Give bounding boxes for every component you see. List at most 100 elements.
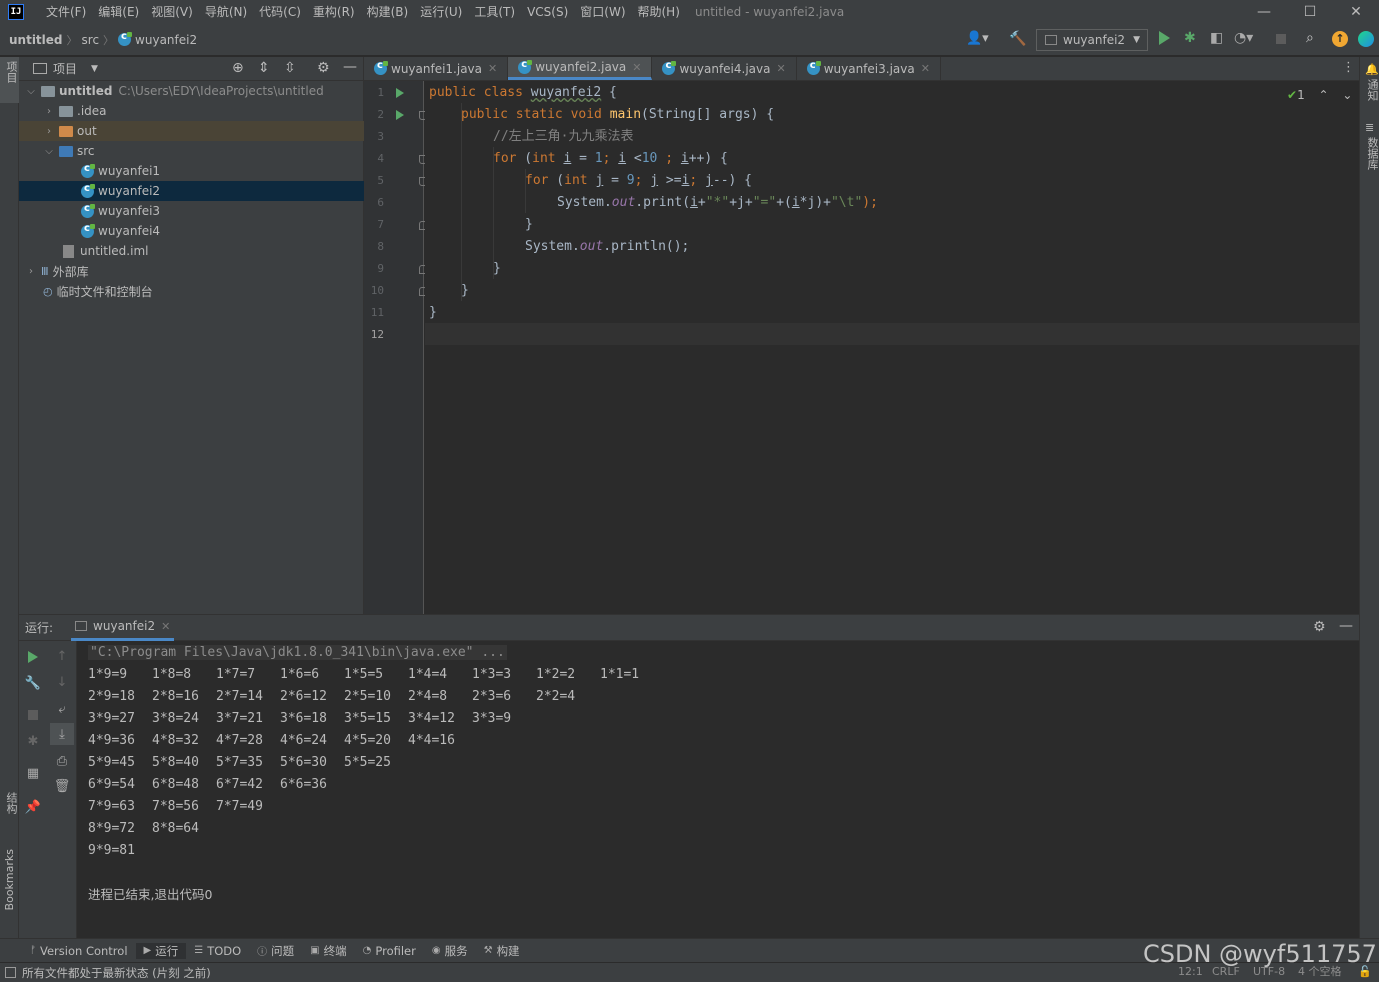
project-tool-button[interactable]: 项目 [0,57,19,103]
locate-file-icon[interactable]: ⊕ [232,60,244,76]
stop-icon[interactable] [28,710,38,720]
intellij-logo-icon[interactable]: IJ [8,4,24,20]
chevron-down-icon[interactable]: ⌄ [1342,88,1352,102]
profiler-icon[interactable]: ◔▾ [1234,30,1253,46]
project-panel-title[interactable]: 项目 [53,60,77,77]
breadcrumb-file[interactable]: wuyanfei2 [114,31,201,47]
tool-profiler[interactable]: ◔ Profiler [355,944,424,958]
soft-wrap-icon[interactable]: ⤶ [54,701,70,717]
menu-refactor[interactable]: 重构(R) [307,0,361,24]
tree-item-project-root[interactable]: ⌵ untitled C:\Users\EDY\IdeaProjects\unt… [19,81,364,101]
tab-wuyanfei4[interactable]: wuyanfei4.java ✕ [652,57,797,80]
console-output[interactable]: "C:\Program Files\Java\jdk1.8.0_341\bin\… [78,641,1359,938]
hide-panel-icon[interactable]: — [1339,618,1353,634]
collapse-all-icon[interactable]: ⇳ [284,60,296,76]
tool-terminal[interactable]: ▣ 终端 [302,943,354,959]
chevron-right-icon[interactable]: › [43,126,55,137]
minimize-icon[interactable]: — [1241,0,1287,24]
tree-item-idea[interactable]: › .idea [19,101,364,121]
close-window-icon[interactable]: ✕ [1333,0,1379,24]
tool-version-control[interactable]: ᚠ Version Control [22,944,136,958]
menu-build[interactable]: 构建(B) [361,0,415,24]
menu-edit[interactable]: 编辑(E) [92,0,145,24]
jetbrains-toolbox-icon[interactable] [1358,31,1374,47]
chevron-up-icon[interactable]: ⌃ [1319,88,1329,102]
chevron-down-icon[interactable]: ⌵ [43,146,55,157]
trash-icon[interactable]: 🗑 [54,778,71,794]
hide-panel-icon[interactable]: — [343,59,357,75]
expand-all-icon[interactable]: ⇕ [258,60,270,76]
tab-wuyanfei3[interactable]: wuyanfei3.java ✕ [797,57,941,80]
chevron-down-icon[interactable]: ▼ [91,64,98,74]
bookmarks-tool-button[interactable]: Bookmarks [3,849,16,910]
chevron-right-icon[interactable]: › [25,266,37,277]
tree-item-out[interactable]: › out [19,121,364,141]
tab-wuyanfei1[interactable]: wuyanfei1.java ✕ [364,57,509,80]
chevron-down-icon[interactable]: ⌵ [25,86,37,97]
menu-run[interactable]: 运行(U) [414,0,468,24]
code-editor[interactable]: public class wuyanfei2 { public static v… [425,81,1359,614]
tree-item-wuyanfei3[interactable]: wuyanfei3 [19,201,364,221]
breadcrumb-project[interactable]: untitled [0,33,67,47]
coverage-icon[interactable]: ◧ [1210,30,1223,46]
close-icon[interactable]: ✕ [161,620,170,633]
database-tool-button[interactable]: 数据库 [1364,137,1379,170]
menu-code[interactable]: 代码(C) [253,0,307,24]
menu-help[interactable]: 帮助(H) [632,0,686,24]
search-icon[interactable]: ⌕ [1306,30,1314,46]
tool-build[interactable]: ⚒ 构建 [476,943,528,959]
arrow-up-icon[interactable]: ↑ [54,648,70,664]
tree-item-wuyanfei2[interactable]: wuyanfei2 [19,181,364,201]
close-icon[interactable]: ✕ [632,61,641,74]
more-tabs-icon[interactable]: ⋮ [1342,60,1355,75]
run-tab[interactable]: wuyanfei2 ✕ [71,615,175,641]
tool-run[interactable]: ▶ 运行 [135,942,187,959]
layout-icon[interactable]: ▦ [25,765,41,781]
tool-todo[interactable]: ☰ TODO [186,944,249,958]
notifications-tool-button[interactable]: 通知 [1364,79,1379,101]
run-gutter-icon[interactable] [396,110,404,120]
tab-wuyanfei2[interactable]: wuyanfei2.java ✕ [508,57,653,80]
user-account-icon[interactable]: 👤▾ [966,31,989,46]
stop-icon[interactable] [1276,34,1286,44]
close-icon[interactable]: ✕ [776,62,785,75]
settings-gear-icon[interactable]: ⚙ [317,60,330,76]
tree-item-external-libraries[interactable]: › Ⅲ 外部库 [19,261,364,281]
wrench-icon[interactable]: 🔧 [25,675,41,691]
tool-problems[interactable]: ⓘ 问题 [249,943,302,959]
close-icon[interactable]: ✕ [921,62,930,75]
debug-bug-icon[interactable]: ✱ [1184,30,1196,46]
tree-item-wuyanfei1[interactable]: wuyanfei1 [19,161,364,181]
run-icon[interactable] [1159,31,1170,45]
tree-item-iml[interactable]: untitled.iml [19,241,364,261]
rerun-icon[interactable] [28,651,38,663]
update-icon[interactable]: ↑ [1332,31,1348,47]
tree-item-scratches[interactable]: ◴ 临时文件和控制台 [19,281,364,301]
status-window-icon[interactable] [5,967,16,978]
run-gutter-icon[interactable] [396,88,404,98]
tree-item-label: wuyanfei1 [98,164,161,178]
chevron-right-icon[interactable]: › [43,106,55,117]
tool-services[interactable]: ◉ 服务 [424,943,476,959]
tree-item-src[interactable]: ⌵ src [19,141,364,161]
menu-view[interactable]: 视图(V) [145,0,199,24]
scroll-to-end-icon[interactable]: ⤓ [54,726,70,742]
menu-file[interactable]: 文件(F) [40,0,92,24]
settings-gear-icon[interactable]: ⚙ [1313,619,1326,635]
close-icon[interactable]: ✕ [488,62,497,75]
menu-tools[interactable]: 工具(T) [468,0,521,24]
menu-vcs[interactable]: VCS(S) [521,0,574,24]
build-hammer-icon[interactable]: 🔨 [1009,31,1026,47]
structure-tool-button[interactable]: 结构 [3,792,19,814]
tree-item-wuyanfei4[interactable]: wuyanfei4 [19,221,364,241]
pin-icon[interactable]: 📌 [25,799,41,815]
menu-window[interactable]: 窗口(W) [574,0,631,24]
arrow-down-icon[interactable]: ↓ [54,674,70,690]
maximize-icon[interactable]: ☐ [1287,0,1333,24]
debug-disabled-icon[interactable]: ✱ [25,733,41,749]
breadcrumb-folder[interactable]: src [78,33,104,47]
print-icon[interactable]: ⎙ [54,753,70,769]
menu-navigate[interactable]: 导航(N) [199,0,253,24]
inspection-widget[interactable]: ✔1 ⌃ ⌄ [1287,88,1352,102]
run-configuration-select[interactable]: wuyanfei2 ▼ [1036,29,1148,51]
